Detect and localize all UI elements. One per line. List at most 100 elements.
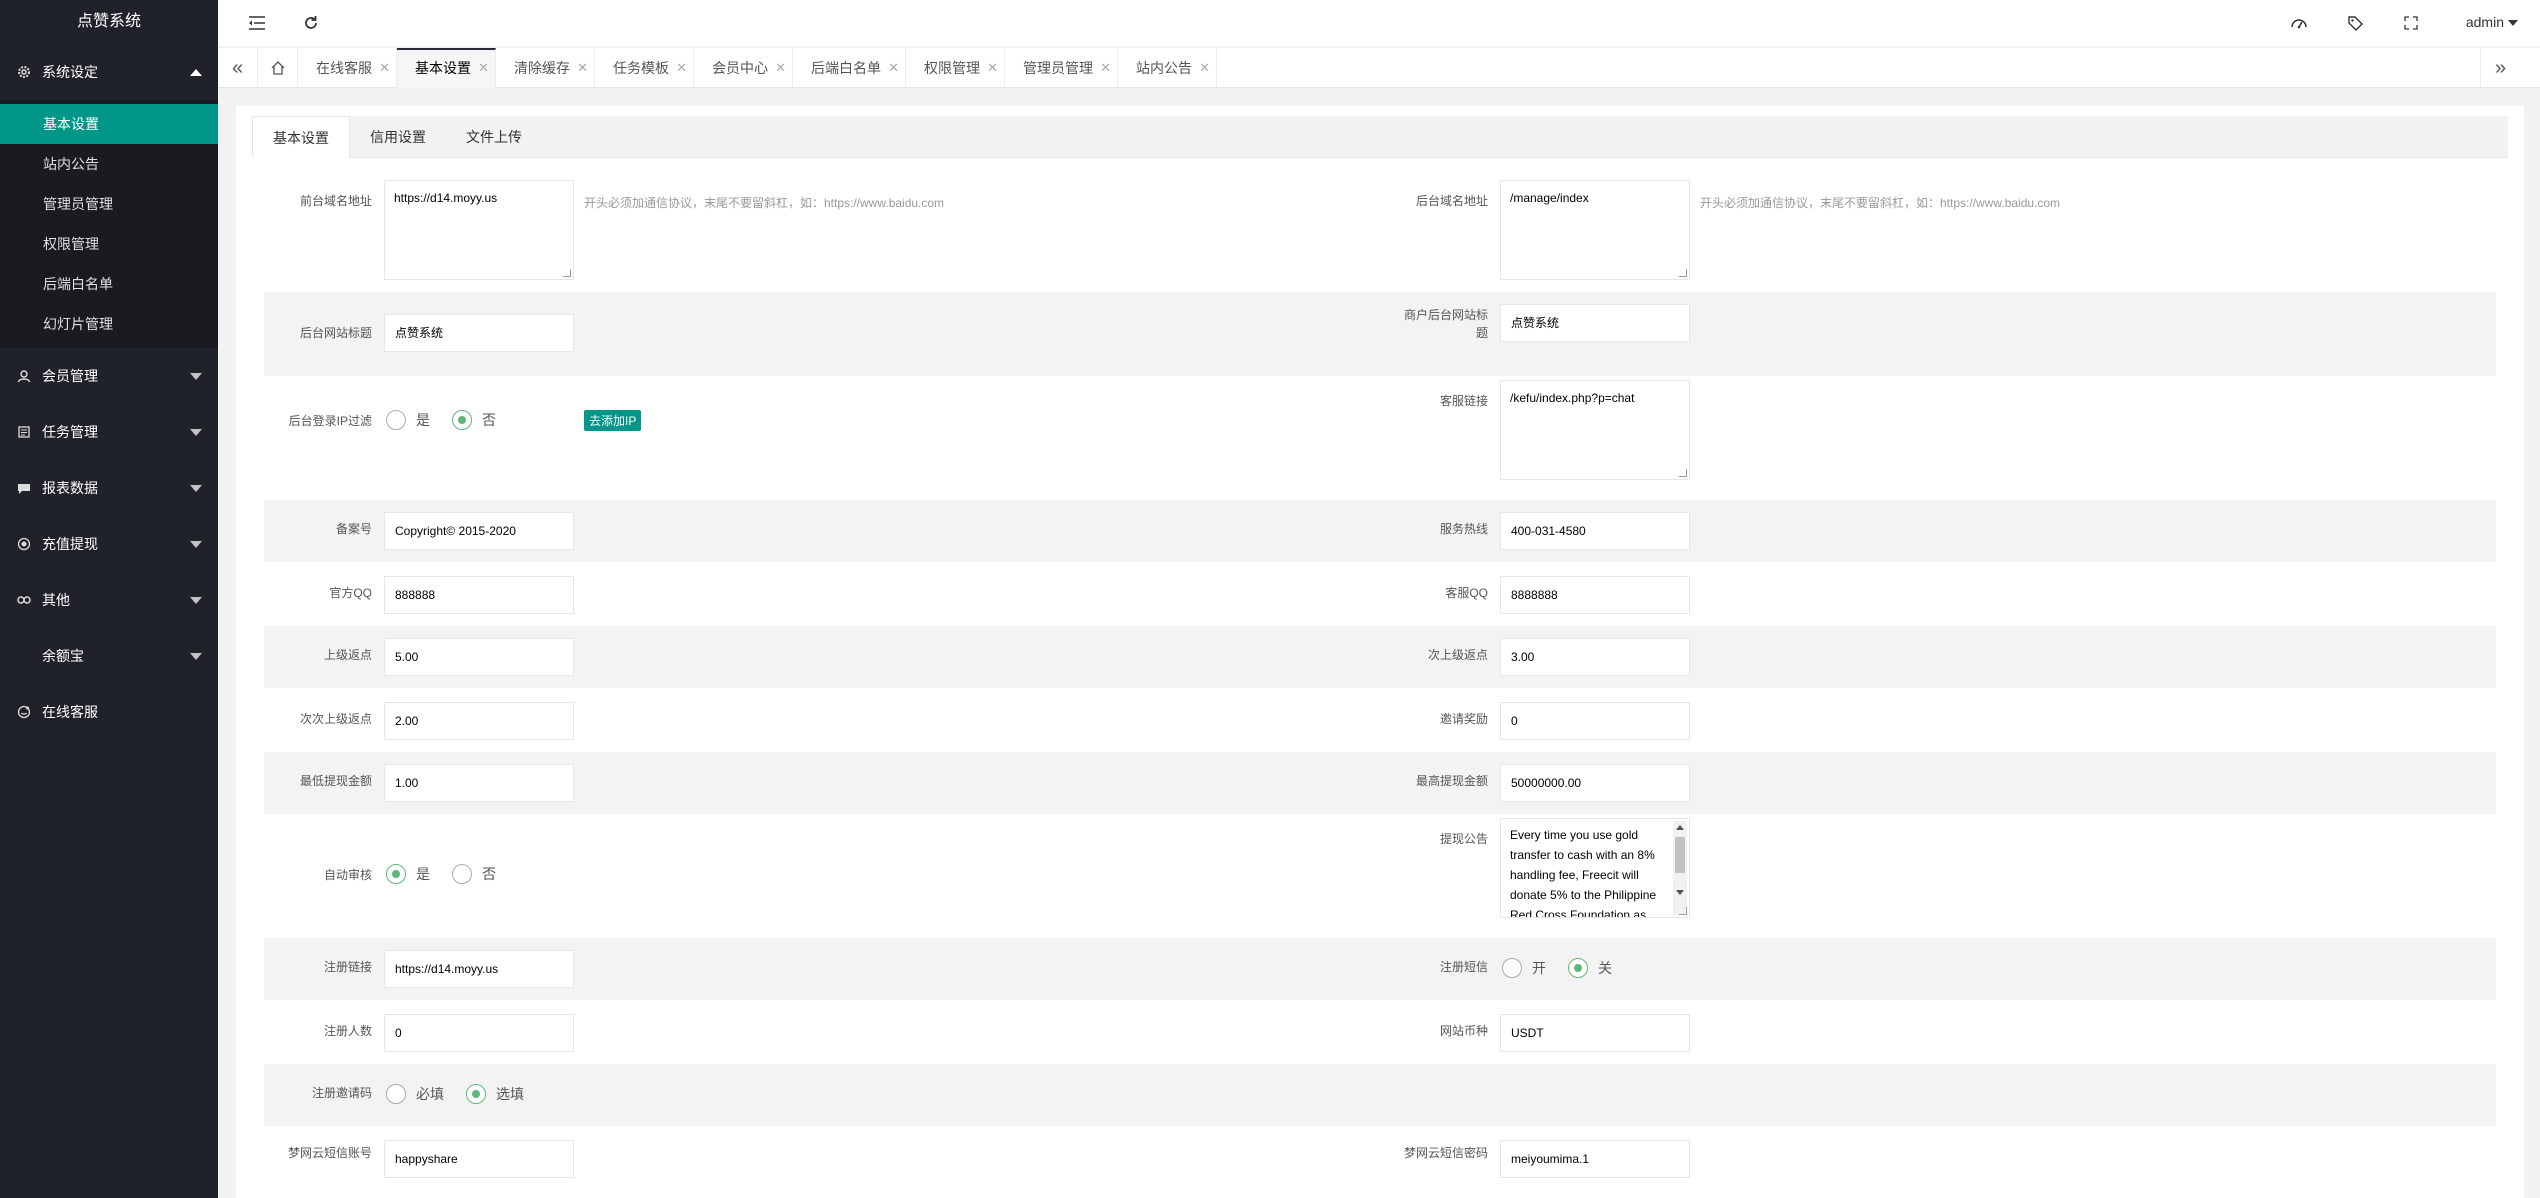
sidebar-item-permissions[interactable]: 权限管理 — [0, 224, 218, 264]
home-icon[interactable] — [258, 48, 298, 88]
backend-domain-textarea[interactable]: /manage/index — [1500, 180, 1690, 280]
tab-credit[interactable]: 信用设置 — [350, 116, 446, 158]
sms-password-input[interactable]: meiyoumima.1 — [1500, 1140, 1690, 1178]
tag-icon[interactable] — [2344, 12, 2366, 34]
sidebar-item-admin-management[interactable]: 管理员管理 — [0, 184, 218, 224]
resize-grip-icon[interactable] — [1679, 907, 1687, 915]
ip-filter-no-radio[interactable]: 否 — [452, 410, 496, 430]
field-label: 最高提现金额 — [1415, 774, 1488, 788]
invite-code-required-radio[interactable]: 必填 — [386, 1084, 444, 1104]
sidebar-item-whitelist[interactable]: 后端白名单 — [0, 264, 218, 304]
close-icon[interactable]: ✕ — [775, 48, 786, 88]
field-label: 客服QQ — [1445, 586, 1488, 600]
nav-head-reports[interactable]: 报表数据 — [0, 460, 218, 516]
close-icon[interactable]: ✕ — [1100, 48, 1111, 88]
nav-head-yuebao[interactable]: 余额宝 — [0, 628, 218, 684]
nav-head-online-service[interactable]: 在线客服 — [0, 684, 218, 740]
service-qq-input[interactable]: 8888888 — [1500, 576, 1690, 614]
tab-basic[interactable]: 基本设置 — [252, 116, 350, 158]
form-row: 前台域名地址 https://d14.moyy.us 开头必须加通信协议，末尾不… — [264, 168, 2496, 292]
tab-announcements[interactable]: 站内公告 ✕ — [1118, 48, 1217, 88]
scroll-up-icon[interactable] — [1676, 825, 1684, 830]
auto-review-yes-radio[interactable]: 是 — [386, 864, 430, 884]
sms-account-input[interactable]: happyshare — [384, 1140, 574, 1178]
close-icon[interactable]: ✕ — [888, 48, 899, 88]
nav-head-system[interactable]: 系统设定 — [0, 44, 218, 100]
tabs-scroll-right-icon[interactable]: » — [2480, 48, 2520, 88]
scroll-thumb[interactable] — [1675, 837, 1685, 873]
tab-admin-management[interactable]: 管理员管理 ✕ — [1005, 48, 1118, 88]
tab-task-template[interactable]: 任务模板 ✕ — [595, 48, 694, 88]
nav-head-label: 在线客服 — [42, 704, 98, 720]
sidebar-item-slides[interactable]: 幻灯片管理 — [0, 304, 218, 344]
close-icon[interactable]: ✕ — [577, 48, 588, 88]
nav-head-recharge[interactable]: 充值提现 — [0, 516, 218, 572]
page-tabs-bar: « 在线客服 ✕ 基本设置 ✕ 清除缓存 ✕ 任务模板 ✕ 会员中心 ✕ 后端白名单 ✕ 权… — [218, 48, 2540, 88]
theme-icon[interactable] — [2288, 12, 2310, 34]
tab-label: 管理员管理 — [1023, 60, 1093, 76]
user-menu[interactable]: admin — [2466, 14, 2518, 30]
radio-label: 是 — [416, 412, 430, 428]
nav-head-tasks[interactable]: 任务管理 — [0, 404, 218, 460]
min-withdraw-input[interactable]: 1.00 — [384, 764, 574, 802]
resize-grip-icon[interactable] — [563, 269, 571, 277]
menu-toggle-icon[interactable] — [246, 12, 268, 34]
resize-grip-icon[interactable] — [1679, 269, 1687, 277]
icp-input[interactable]: Copyright© 2015-2020 — [384, 512, 574, 550]
close-icon[interactable]: ✕ — [676, 48, 687, 88]
sidebar: 点赞系统 系统设定 基本设置 站内公告 管理员管理 权限管理 后端白名单 幻灯片… — [0, 0, 218, 1198]
close-icon[interactable]: ✕ — [478, 50, 489, 86]
tab-basic-settings[interactable]: 基本设置 ✕ — [397, 48, 496, 88]
radio-label: 选填 — [496, 1086, 524, 1102]
tab-file-upload[interactable]: 文件上传 — [446, 116, 542, 158]
upper-rebate-input[interactable]: 5.00 — [384, 638, 574, 676]
hotline-input[interactable]: 400-031-4580 — [1500, 512, 1690, 550]
third-rebate-input[interactable]: 2.00 — [384, 702, 574, 740]
close-icon[interactable]: ✕ — [987, 48, 998, 88]
nav-head-label: 其他 — [42, 592, 70, 608]
app-logo: 点赞系统 — [0, 0, 218, 44]
register-sms-on-radio[interactable]: 开 — [1502, 958, 1546, 978]
sidebar-item-basic-settings[interactable]: 基本设置 — [0, 104, 218, 144]
textarea-scrollbar[interactable] — [1673, 821, 1687, 915]
register-sms-off-radio[interactable]: 关 — [1568, 958, 1612, 978]
caret-up-icon — [190, 69, 202, 76]
radio-label: 关 — [1598, 960, 1612, 976]
backend-title-input[interactable]: 点赞系统 — [384, 314, 574, 352]
service-link-textarea[interactable]: /kefu/index.php?p=chat — [1500, 380, 1690, 480]
register-link-input[interactable]: https://d14.moyy.us — [384, 950, 574, 988]
nav-head-other[interactable]: 其他 — [0, 572, 218, 628]
frontend-domain-textarea[interactable]: https://d14.moyy.us — [384, 180, 574, 280]
close-icon[interactable]: ✕ — [1199, 48, 1210, 88]
merchant-title-input[interactable]: 点赞系统 — [1500, 304, 1690, 342]
invite-reward-input[interactable]: 0 — [1500, 702, 1690, 740]
field-value: https://d14.moyy.us — [394, 191, 498, 205]
tabs-scroll-left-icon[interactable]: « — [218, 48, 258, 88]
user-icon — [16, 368, 32, 384]
auto-review-no-radio[interactable]: 否 — [452, 864, 496, 884]
gear-icon — [16, 64, 32, 80]
withdraw-notice-textarea[interactable]: Every time you use gold transfer to cash… — [1500, 818, 1690, 918]
add-ip-button[interactable]: 去添加IP — [584, 410, 642, 431]
tab-clear-cache[interactable]: 清除缓存 ✕ — [496, 48, 595, 88]
second-rebate-input[interactable]: 3.00 — [1500, 638, 1690, 676]
coin-icon — [16, 536, 32, 552]
official-qq-input[interactable]: 888888 — [384, 576, 574, 614]
tab-whitelist[interactable]: 后端白名单 ✕ — [793, 48, 906, 88]
register-count-input[interactable]: 0 — [384, 1014, 574, 1052]
max-withdraw-input[interactable]: 50000000.00 — [1500, 764, 1690, 802]
fullscreen-icon[interactable] — [2400, 12, 2422, 34]
nav-head-members[interactable]: 会员管理 — [0, 348, 218, 404]
ip-filter-yes-radio[interactable]: 是 — [386, 410, 430, 430]
resize-grip-icon[interactable] — [1679, 469, 1687, 477]
refresh-icon[interactable] — [300, 12, 322, 34]
tab-permissions[interactable]: 权限管理 ✕ — [906, 48, 1005, 88]
invite-code-optional-radio[interactable]: 选填 — [466, 1084, 524, 1104]
currency-input[interactable]: USDT — [1500, 1014, 1690, 1052]
sidebar-item-announcements[interactable]: 站内公告 — [0, 144, 218, 184]
tab-online-service[interactable]: 在线客服 ✕ — [298, 48, 397, 88]
tabs-dropdown-icon[interactable]: ⌄ — [2530, 48, 2540, 88]
close-icon[interactable]: ✕ — [379, 48, 390, 88]
scroll-down-icon[interactable] — [1676, 890, 1684, 895]
tab-member-center[interactable]: 会员中心 ✕ — [694, 48, 793, 88]
